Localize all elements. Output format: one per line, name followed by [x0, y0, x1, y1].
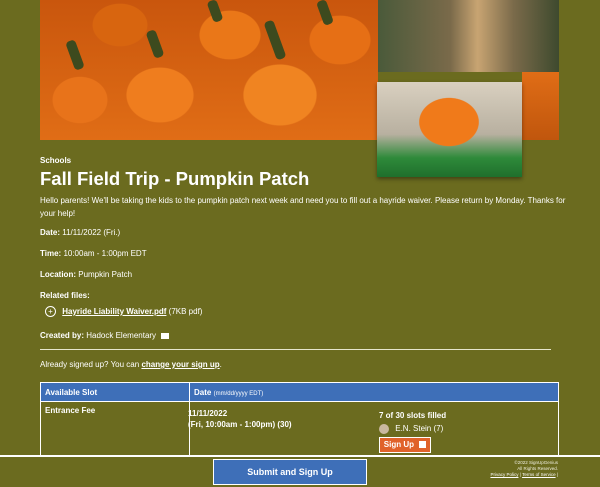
- hero-pumpkins-image: [40, 0, 378, 140]
- time-row: Time: 10:00am - 1:00pm EDT: [40, 249, 147, 258]
- location-value: Pumpkin Patch: [78, 270, 133, 279]
- add-icon: +: [45, 306, 56, 317]
- file-link-row: + Hayride Liability Waiver.pdf (7KB pdf): [45, 306, 202, 317]
- time-value: 10:00am - 1:00pm EDT: [63, 249, 147, 258]
- checkbox-icon: [419, 441, 427, 449]
- location-label: Location:: [40, 270, 76, 279]
- submit-and-sign-up-button[interactable]: Submit and Sign Up: [213, 459, 367, 485]
- related-files-row: Related files:: [40, 291, 90, 300]
- slots-filled: 7 of 30 slots filled: [379, 411, 447, 420]
- col-date-label: Date: [194, 387, 212, 397]
- time-label: Time:: [40, 249, 62, 258]
- privacy-link[interactable]: Privacy Policy: [490, 472, 518, 477]
- slot-date: 11/11/2022 (Fri, 10:00am - 1:00pm) (30): [188, 408, 292, 430]
- date-value: 11/11/2022 (Fri.): [62, 228, 121, 237]
- signed-up-person: E.N. Stein (7): [379, 424, 443, 434]
- created-by-row: Created by: Hadock Elementary: [40, 331, 170, 340]
- hero-child-pumpkin-image: [377, 82, 522, 177]
- terms-link[interactable]: Terms of Service: [522, 472, 556, 477]
- slot-date-value: 11/11/2022: [188, 409, 228, 418]
- file-link[interactable]: Hayride Liability Waiver.pdf: [62, 307, 166, 316]
- mail-icon[interactable]: [161, 332, 170, 339]
- avatar: [379, 424, 389, 434]
- copyright: ©2022 SignUpGenius All Rights Reserved. …: [490, 460, 558, 478]
- created-by-label: Created by:: [40, 331, 85, 340]
- related-files-label: Related files:: [40, 291, 90, 300]
- table-header: Available Slot Date (mm/dd/yyyy EDT): [40, 382, 559, 402]
- date-row: Date: 11/11/2022 (Fri.): [40, 228, 120, 237]
- location-row: Location: Pumpkin Patch: [40, 270, 132, 279]
- already-signed-up: Already signed up? You can change your s…: [40, 360, 222, 369]
- col-available-slot: Available Slot: [40, 382, 190, 402]
- already-text: Already signed up? You can: [40, 360, 140, 369]
- footer-links: Privacy Policy | Terms of Service |: [490, 472, 558, 477]
- divider: [40, 349, 551, 350]
- hero-pumpkin-edge-image: [522, 72, 559, 140]
- slot-time-value: (Fri, 10:00am - 1:00pm) (30): [188, 420, 292, 429]
- created-by-value: Hadock Elementary: [86, 331, 157, 340]
- section-label: Schools: [40, 156, 72, 165]
- sign-up-label: Sign Up: [383, 440, 414, 449]
- hero-crate-image: [378, 0, 559, 72]
- change-signup-link[interactable]: change your sign up: [141, 360, 219, 369]
- person-name: E.N. Stein (7): [395, 424, 444, 434]
- col-date: Date (mm/dd/yyyy EDT): [189, 382, 559, 402]
- page-title: Fall Field Trip - Pumpkin Patch: [40, 168, 310, 189]
- file-meta: (7KB pdf): [168, 307, 203, 316]
- date-label: Date:: [40, 228, 61, 237]
- col-date-format: (mm/dd/yyyy EDT): [213, 390, 264, 397]
- sign-up-button[interactable]: Sign Up: [379, 437, 431, 453]
- intro-text: Hello parents! We'll be taking the kids …: [40, 196, 566, 218]
